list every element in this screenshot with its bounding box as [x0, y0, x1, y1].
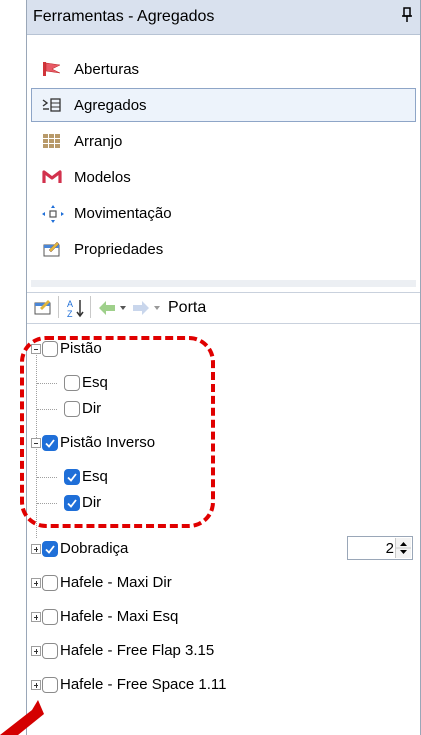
move-icon [42, 205, 64, 223]
tree-checkbox[interactable] [42, 575, 58, 591]
nav-item-movimentacao[interactable]: Movimentação [31, 196, 416, 230]
grid-icon [42, 133, 60, 149]
nav-item-label: Movimentação [74, 205, 172, 222]
property-toolbar: AZ Porta [27, 292, 420, 324]
expand-icon[interactable] [31, 578, 41, 588]
expand-icon[interactable] [31, 612, 41, 622]
nav-item-label: Modelos [74, 169, 131, 186]
red-arrow-icon [0, 700, 44, 735]
nav-item-modelos[interactable]: Modelos [31, 160, 416, 194]
nav-item-label: Agregados [74, 97, 147, 114]
sort-alphabetical-icon[interactable]: AZ [67, 298, 85, 319]
aggregates-icon [42, 97, 61, 113]
expand-icon[interactable] [31, 646, 41, 656]
tree-row[interactable]: Dobradiça 2 [27, 536, 420, 562]
tree-row-label: Hafele - Free Flap 3.15 [60, 642, 215, 659]
nav-item-label: Arranjo [74, 133, 123, 150]
tree-row[interactable]: Hafele - Maxi Dir [27, 570, 420, 596]
tree-row-label: Hafele - Maxi Esq [60, 608, 179, 625]
toolbar-separator [90, 296, 91, 318]
nav-item-arranjo[interactable]: Arranjo [31, 124, 416, 158]
nav-item-label: Propriedades [74, 241, 164, 258]
nav-item-agregados[interactable]: Agregados [31, 88, 416, 122]
nav-item-propriedades[interactable]: Propriedades [31, 232, 416, 266]
toolbar-object-label: Porta [168, 299, 207, 316]
properties-icon[interactable] [33, 298, 53, 318]
panel-title: Ferramentas - Agregados [33, 8, 215, 25]
panel-titlebar: Ferramentas - Agregados [27, 0, 420, 35]
forward-arrow-icon[interactable] [131, 298, 163, 318]
flag-icon [42, 61, 61, 77]
svg-text:Z: Z [67, 309, 73, 318]
tree-row[interactable]: Hafele - Maxi Esq [27, 604, 420, 630]
pin-icon[interactable] [400, 5, 414, 25]
properties-icon [42, 241, 60, 257]
nav-item-label: Aberturas [74, 61, 140, 78]
tree-row-label: Dobradiça [60, 540, 129, 557]
svg-text:A: A [67, 299, 73, 309]
expand-icon[interactable] [31, 680, 41, 690]
back-arrow-icon[interactable] [97, 298, 129, 318]
stepper-buttons[interactable] [395, 538, 411, 558]
dashed-highlight [20, 336, 215, 528]
tree-row-label: Hafele - Free Space 1.11 [60, 676, 227, 693]
tree-checkbox[interactable] [42, 541, 58, 557]
splitter[interactable] [31, 280, 416, 287]
tree-checkbox[interactable] [42, 609, 58, 625]
tree-row-label: Hafele - Maxi Dir [60, 574, 172, 591]
tree-row[interactable]: Hafele - Free Flap 3.15 [27, 638, 420, 664]
expand-icon[interactable] [31, 544, 41, 554]
models-icon [42, 169, 62, 185]
tree-checkbox[interactable] [42, 643, 58, 659]
quantity-stepper[interactable]: 2 [347, 536, 413, 560]
tools-panel: Ferramentas - Agregados Aberturas Agrega… [20, 0, 421, 735]
nav-item-aberturas[interactable]: Aberturas [31, 52, 416, 86]
tree-row[interactable]: Hafele - Free Space 1.11 [27, 672, 420, 698]
tree-checkbox[interactable] [42, 677, 58, 693]
toolbar-separator [58, 296, 59, 318]
stepper-value: 2 [385, 540, 394, 557]
